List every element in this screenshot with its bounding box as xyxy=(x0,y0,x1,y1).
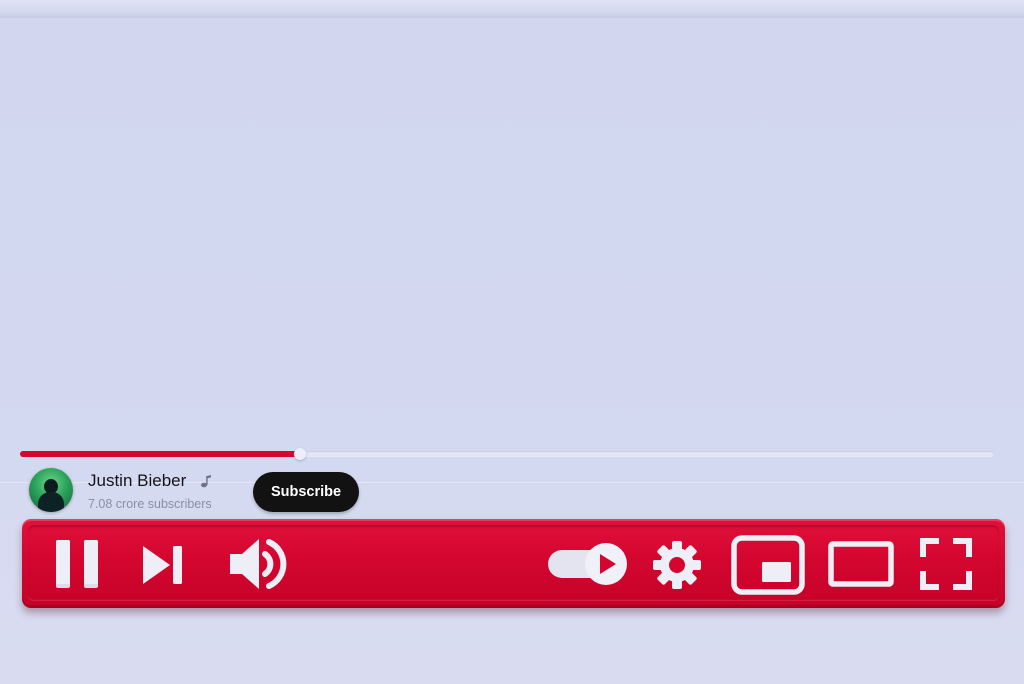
pause-icon xyxy=(56,540,98,588)
subscribe-button[interactable]: Subscribe xyxy=(253,472,359,512)
next-button[interactable] xyxy=(142,545,184,585)
autoplay-toggle[interactable] xyxy=(548,542,628,586)
progress-scrubber[interactable] xyxy=(293,448,306,460)
pause-button[interactable] xyxy=(56,539,100,589)
fullscreen-icon xyxy=(920,538,972,590)
fullscreen-button[interactable] xyxy=(920,538,972,590)
window-top-edge xyxy=(0,0,1024,18)
settings-button[interactable] xyxy=(652,540,702,590)
autoplay-toggle-icon xyxy=(548,543,627,585)
channel-avatar[interactable] xyxy=(29,468,73,512)
player-control-bar xyxy=(22,519,1005,608)
video-canvas[interactable] xyxy=(0,18,1024,482)
music-note-icon xyxy=(201,475,211,488)
volume-button[interactable] xyxy=(229,536,291,592)
avatar-figure-body xyxy=(38,492,64,512)
next-icon xyxy=(143,546,182,584)
settings-gear-icon xyxy=(653,541,701,589)
theater-mode-icon xyxy=(828,541,894,587)
progress-bar[interactable] xyxy=(20,448,994,460)
volume-icon xyxy=(230,539,287,589)
subscriber-count: 7.08 crore subscribers xyxy=(88,497,212,511)
theater-mode-button[interactable] xyxy=(828,541,894,587)
miniplayer-button[interactable] xyxy=(731,535,805,595)
progress-played xyxy=(20,451,300,457)
miniplayer-icon xyxy=(731,535,805,595)
channel-name[interactable]: Justin Bieber xyxy=(88,471,186,491)
